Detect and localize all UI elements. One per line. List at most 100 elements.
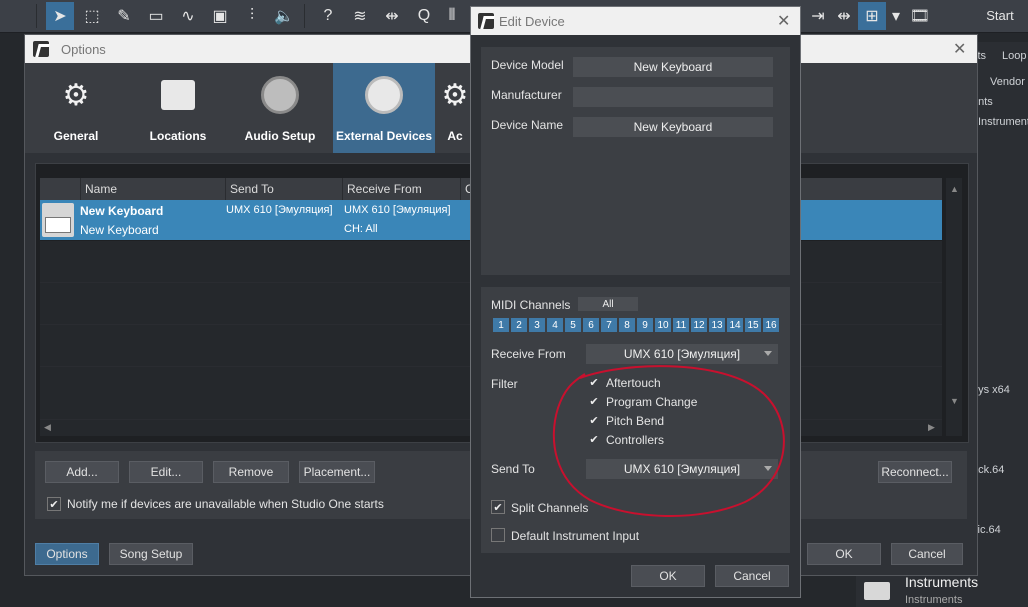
device-name: New Keyboard [80, 204, 164, 218]
channel-toggle-5[interactable]: 5 [565, 318, 581, 332]
edit-device-button[interactable]: Edit... [129, 461, 203, 483]
app-logo-icon [33, 41, 49, 57]
category-label: General [53, 129, 99, 143]
start-button[interactable]: Start [976, 0, 1024, 30]
channel-toggle-14[interactable]: 14 [727, 318, 743, 332]
category-label: Ac [447, 129, 463, 143]
channel-toggle-16[interactable]: 16 [763, 318, 779, 332]
category-external-devices[interactable]: External Devices [333, 63, 435, 153]
range-tool-icon[interactable]: ⬚ [78, 2, 106, 30]
category-label: External Devices [335, 129, 433, 143]
options-ok-button[interactable]: OK [807, 543, 881, 565]
header-icon-col [40, 178, 80, 200]
channel-toggle-2[interactable]: 2 [511, 318, 527, 332]
edit-device-titlebar: Edit Device ✕ [471, 7, 800, 35]
category-audio-setup[interactable]: Audio Setup [229, 63, 331, 153]
channel-toggle-12[interactable]: 12 [691, 318, 707, 332]
header-name[interactable]: Name [80, 178, 225, 200]
listen-tool-icon[interactable]: 🔈 [270, 2, 298, 30]
channel-toggle-9[interactable]: 9 [637, 318, 653, 332]
receive-from-value: UMX 610 [Эмуляция] [344, 204, 451, 216]
manufacturer-label: Manufacturer [491, 88, 562, 102]
erase-tool-icon[interactable]: ▭ [142, 2, 170, 30]
header-receive-from[interactable]: Receive From [342, 178, 460, 200]
snap-icon[interactable]: ⇹ [830, 2, 858, 30]
toolbar-separator [36, 4, 37, 28]
midi-port-icon [362, 73, 406, 117]
scroll-left-icon[interactable]: ◀ [44, 422, 51, 433]
mute-tool-icon[interactable]: ▣ [206, 2, 234, 30]
split-channels-checkbox[interactable]: ✔ [491, 500, 505, 514]
header-send-to[interactable]: Send To [225, 178, 342, 200]
category-label: Locations [149, 129, 207, 143]
send-to-label: Send To [491, 462, 535, 476]
zoom-icon[interactable]: Q [410, 2, 438, 30]
category-label: Audio Setup [244, 129, 316, 143]
options-title: Options [61, 42, 106, 57]
device-name-field[interactable]: New Keyboard [573, 117, 773, 137]
device-info-panel: Device Model New Keyboard Manufacturer D… [481, 47, 790, 275]
folder-icon [864, 582, 890, 600]
notify-checkbox[interactable]: ✔ [47, 497, 61, 511]
remove-device-button[interactable]: Remove [213, 461, 289, 483]
channel-toggle-1[interactable]: 1 [493, 318, 509, 332]
arrow-tool-icon[interactable]: ➤ [46, 2, 74, 30]
channel-toggle-8[interactable]: 8 [619, 318, 635, 332]
reconnect-button[interactable]: Reconnect... [878, 461, 952, 483]
category-general[interactable]: ⚙ General [25, 63, 127, 153]
scroll-up-icon[interactable]: ▲ [950, 184, 959, 194]
vertical-scrollbar[interactable]: ▲ ▼ [946, 178, 962, 436]
channel-toggle-13[interactable]: 13 [709, 318, 725, 332]
waveform-icon[interactable]: ⫴ [438, 2, 466, 30]
song-setup-button[interactable]: Song Setup [109, 543, 193, 565]
channel-toggle-15[interactable]: 15 [745, 318, 761, 332]
split-tool-icon[interactable]: ⫶ [238, 2, 266, 30]
help-icon[interactable]: ? [314, 2, 342, 30]
gear-icon: ⚙ [62, 78, 90, 112]
line-tool-icon[interactable]: ∿ [174, 2, 202, 30]
scroll-down-icon[interactable]: ▼ [950, 396, 959, 406]
channel-toggle-11[interactable]: 11 [673, 318, 689, 332]
channel-toggle-10[interactable]: 10 [655, 318, 671, 332]
default-instrument-input-checkbox[interactable] [491, 528, 505, 542]
audio-bend-icon[interactable]: ⇹ [378, 2, 406, 30]
keyboard-icon [42, 203, 74, 237]
category-locations[interactable]: Locations [127, 63, 229, 153]
nudge-right-icon[interactable]: ⇥ [804, 2, 832, 30]
film-icon[interactable]: 🎞 [906, 2, 934, 30]
manufacturer-field[interactable] [573, 87, 773, 107]
device-model-field[interactable]: New Keyboard [573, 57, 773, 77]
channel-value: CH: All [344, 223, 378, 235]
bg-text: Vendor [990, 76, 1025, 88]
default-instrument-input-label: Default Instrument Input [511, 529, 640, 543]
channel-toggle-4[interactable]: 4 [547, 318, 563, 332]
instruments-browser-item[interactable]: Instruments Instruments [856, 572, 1028, 607]
quantize-icon[interactable]: ≋ [346, 2, 374, 30]
placement-button[interactable]: Placement... [299, 461, 375, 483]
all-channels-button[interactable]: All [578, 297, 638, 311]
category-partial[interactable]: ⚙ Ac [435, 63, 475, 153]
channel-toggle-3[interactable]: 3 [529, 318, 545, 332]
options-tab-button[interactable]: Options [35, 543, 99, 565]
close-icon[interactable]: ✕ [953, 39, 966, 59]
bg-text: Loop [1002, 50, 1027, 62]
midi-channels-label: MIDI Channels [491, 298, 571, 312]
instruments-title: Instruments [905, 574, 979, 590]
notify-label: Notify me if devices are unavailable whe… [67, 497, 384, 511]
edit-ok-button[interactable]: OK [631, 565, 705, 587]
device-subname: New Keyboard [80, 223, 159, 237]
edit-cancel-button[interactable]: Cancel [715, 565, 789, 587]
options-cancel-button[interactable]: Cancel [891, 543, 963, 565]
drive-icon [156, 73, 200, 117]
device-model-label: Device Model [491, 58, 564, 72]
add-device-button[interactable]: Add... [45, 461, 119, 483]
filter-label: Filter [491, 377, 518, 391]
annotation-circle [552, 365, 785, 518]
scroll-right-icon[interactable]: ▶ [928, 422, 935, 433]
draw-tool-icon[interactable]: ✎ [110, 2, 138, 30]
instruments-subtitle: Instruments [905, 594, 963, 606]
bg-text: Instrument [978, 116, 1028, 128]
close-icon[interactable]: ✕ [777, 11, 790, 31]
channel-toggle-6[interactable]: 6 [583, 318, 599, 332]
channel-toggle-7[interactable]: 7 [601, 318, 617, 332]
